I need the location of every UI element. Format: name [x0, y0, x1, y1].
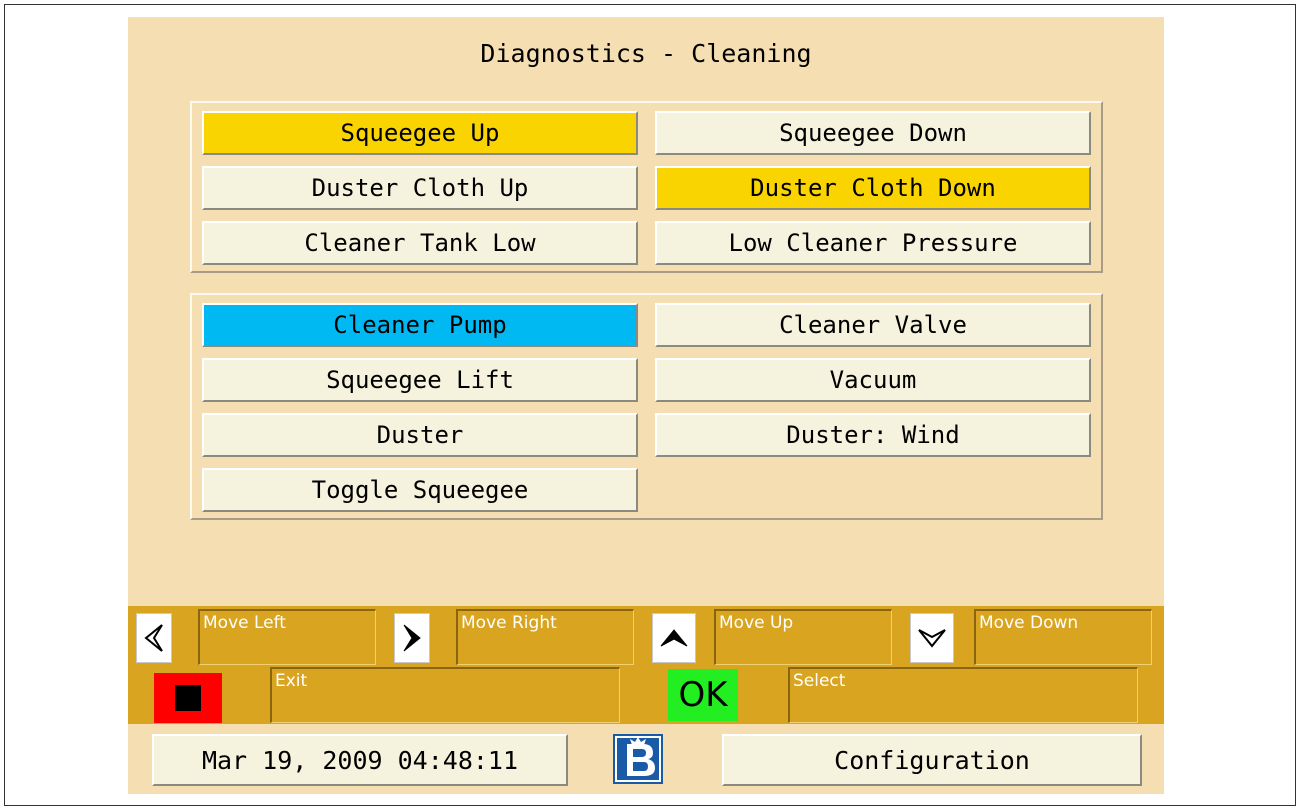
ok-key[interactable]: OK — [668, 669, 738, 721]
arrow-left-icon — [144, 624, 163, 652]
squeegee-up-indicator[interactable]: Squeegee Up — [202, 111, 638, 155]
move-up-label: Move Up — [714, 609, 892, 665]
move-left-key[interactable] — [136, 613, 172, 663]
squeegee-lift-button[interactable]: Squeegee Lift — [202, 358, 638, 402]
stop-icon — [175, 685, 201, 711]
exit-label: Exit — [270, 667, 620, 723]
cleaner-valve-button[interactable]: Cleaner Valve — [655, 303, 1091, 347]
duster-cloth-up-indicator[interactable]: Duster Cloth Up — [202, 166, 638, 210]
duster-button[interactable]: Duster — [202, 413, 638, 457]
low-cleaner-pressure-indicator[interactable]: Low Cleaner Pressure — [655, 221, 1091, 265]
diagnostics-screen: Diagnostics - Cleaning Squeegee Up Squee… — [128, 17, 1164, 794]
move-down-key[interactable] — [910, 613, 954, 663]
arrow-up-icon — [660, 629, 688, 647]
arrow-right-icon — [403, 624, 421, 652]
move-right-key[interactable] — [394, 613, 430, 663]
move-right-label: Move Right — [456, 609, 634, 665]
duster-cloth-down-indicator[interactable]: Duster Cloth Down — [655, 166, 1091, 210]
vacuum-button[interactable]: Vacuum — [655, 358, 1091, 402]
select-label: Select — [788, 667, 1138, 723]
move-left-label: Move Left — [198, 609, 376, 665]
cleaner-pump-button[interactable]: Cleaner Pump — [202, 303, 638, 347]
duster-wind-button[interactable]: Duster: Wind — [655, 413, 1091, 457]
exit-key[interactable] — [154, 673, 222, 723]
brand-logo-icon[interactable] — [613, 734, 663, 784]
move-down-label: Move Down — [974, 609, 1152, 665]
cleaner-tank-low-indicator[interactable]: Cleaner Tank Low — [202, 221, 638, 265]
move-up-key[interactable] — [652, 613, 696, 663]
squeegee-down-indicator[interactable]: Squeegee Down — [655, 111, 1091, 155]
arrow-down-icon — [918, 629, 946, 648]
page-title: Diagnostics - Cleaning — [480, 39, 812, 68]
toggle-squeegee-button[interactable]: Toggle Squeegee — [202, 468, 638, 512]
configuration-button[interactable]: Configuration — [722, 734, 1142, 786]
datetime-display: Mar 19, 2009 04:48:11 — [152, 734, 568, 786]
